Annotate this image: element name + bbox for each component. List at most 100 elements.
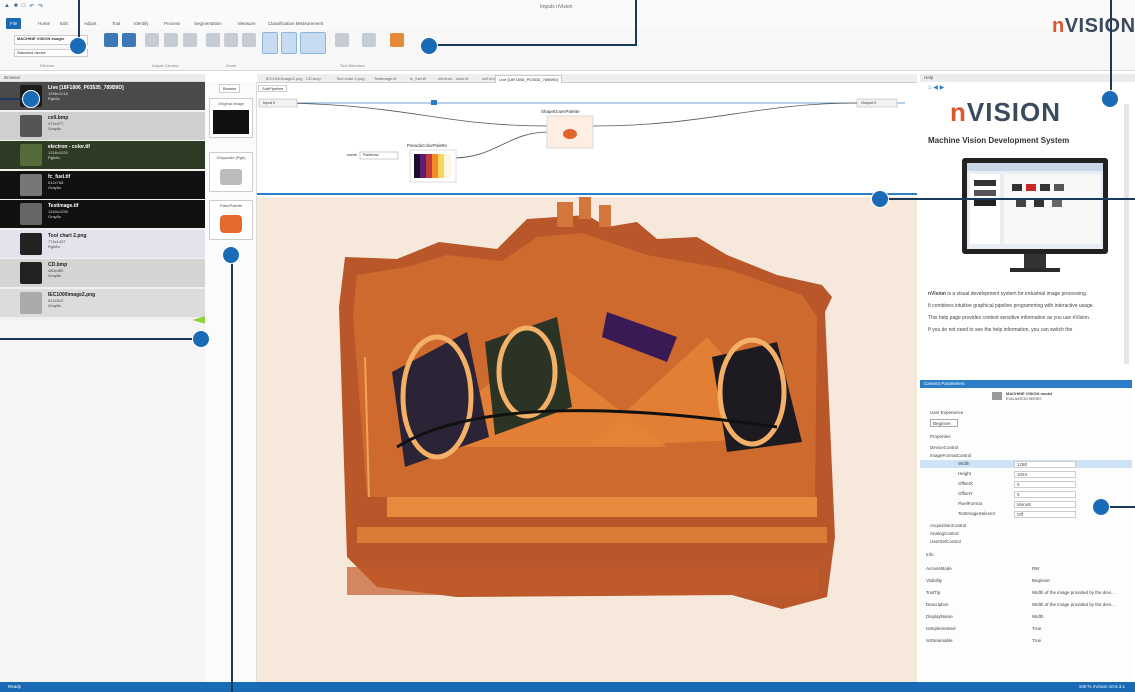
document-tab[interactable]: electron - color.tif	[435, 75, 471, 83]
property-value[interactable]: 1280	[1014, 460, 1076, 468]
menu-tab-7[interactable]: Segmentation	[190, 18, 226, 29]
property-row[interactable]: OffsetX 0	[920, 480, 1132, 488]
show-pipeline-tree-button[interactable]	[390, 33, 404, 47]
auto-exposure-button[interactable]	[145, 33, 159, 47]
open-icon[interactable]: □	[22, 3, 26, 10]
pipeline-subtab[interactable]: SubPipeline	[258, 85, 288, 92]
info-key: IsStreamable	[926, 638, 953, 643]
property-value[interactable]: 0	[1014, 480, 1076, 488]
callout-line	[635, 0, 637, 46]
menu-tab-1[interactable]: Home	[34, 18, 54, 29]
browser-list-item[interactable]: fc_fuel.tif 512x768 Gray8u	[0, 170, 205, 199]
info-key: ToolTip	[926, 590, 941, 595]
zoom-fit-button[interactable]	[242, 33, 256, 47]
param-value[interactable]: Rainbow	[363, 152, 379, 157]
ribbon-tabs: File Home Edit Adjust Tool Identify Process Seg…	[0, 18, 1135, 29]
pipeline-editor[interactable]: Input 0 Output 0 ShapeDownPalette Pseudo…	[257, 92, 917, 195]
property-value[interactable]: 0	[1014, 490, 1076, 498]
document-tab[interactable]: fc_fuel.tif	[407, 75, 429, 83]
snap-button[interactable]	[104, 33, 118, 47]
menu-tab-6[interactable]: Process	[160, 18, 184, 29]
node-shape-thumb	[563, 129, 577, 139]
property-row[interactable]: Height 1024	[920, 470, 1132, 478]
document-tab[interactable]: IEC1000image2.png	[263, 75, 305, 83]
callout-marker-ribbon-device	[69, 37, 87, 55]
show-toolbox-button[interactable]	[335, 33, 349, 47]
browser-header: Browser	[0, 74, 205, 82]
browser-list-item[interactable]: IEC1000image2.png 512x512 Gray8u	[0, 288, 205, 317]
menu-tab-8[interactable]: Measure	[234, 18, 260, 29]
zoom-out-button[interactable]	[224, 33, 238, 47]
document-tab[interactable]: Tool chart 2.png	[333, 75, 367, 83]
camera-settings-button[interactable]	[183, 33, 197, 47]
property-key: Width	[958, 461, 970, 466]
document-tab[interactable]: Live [18F1806_P03535_789B9D]	[495, 75, 563, 83]
forward-icon[interactable]: ▶	[940, 85, 945, 91]
tree-node[interactable]: AcquisitionControl	[930, 522, 966, 530]
falsepalette-thumb	[220, 215, 242, 233]
property-key: OffsetX	[958, 481, 973, 486]
image-view[interactable]	[257, 197, 917, 682]
menu-tab-9[interactable]: Classification Measurement	[264, 18, 327, 29]
white-balance-button[interactable]	[164, 33, 178, 47]
property-key: OffsetY	[958, 491, 973, 496]
live-button[interactable]	[122, 33, 136, 47]
camera-params-button[interactable]	[300, 32, 326, 54]
info-key: DisplayName	[926, 614, 953, 619]
property-row[interactable]: Width 1280	[920, 460, 1132, 468]
camera-params-pane[interactable]: MACHINE VISION model EVALUATION SERIES U…	[920, 388, 1132, 682]
document-tab[interactable]: CD.bmp	[303, 75, 324, 83]
pipeline-wire-out	[592, 102, 858, 127]
menu-tab-5[interactable]: Identify	[130, 18, 153, 29]
browser-list-item[interactable]: cell.bmp 472x477 Gray8u	[0, 111, 205, 140]
help-button[interactable]	[281, 32, 297, 54]
window-title: Impuls nVision	[540, 4, 573, 10]
redo-icon[interactable]: ↷	[38, 3, 43, 10]
browser-list-item[interactable]: Tool chart 2.png 776x1437 Rgb8u	[0, 229, 205, 258]
menu-tab-3[interactable]: Adjust	[80, 18, 101, 29]
tree-node-expanded[interactable]: ImageFormatControl	[930, 452, 971, 460]
tree-node[interactable]: UserSetControl	[930, 538, 961, 546]
back-icon[interactable]: ◀	[933, 85, 938, 91]
undo-icon[interactable]: ↶	[29, 3, 34, 10]
property-value[interactable]: Off	[1014, 510, 1076, 518]
user-experience-select[interactable]: Beginner	[930, 419, 958, 427]
browser-list-item[interactable]: Testimage.tif 1440x1296 Gray8u	[0, 200, 205, 228]
zoom-in-button[interactable]	[206, 33, 220, 47]
menu-tab-0[interactable]: File	[6, 18, 22, 29]
tree-node[interactable]: DeviceControl	[930, 444, 958, 452]
menu-tab-2[interactable]: Edit	[56, 18, 72, 29]
home-icon[interactable]: ⌂	[928, 85, 932, 91]
show-log-button[interactable]	[362, 33, 376, 47]
pipeline-button[interactable]	[262, 32, 278, 54]
callout-marker-browser-area	[192, 330, 210, 348]
properties-label: Properties	[930, 434, 951, 439]
status-text: Ready	[8, 684, 22, 689]
property-value[interactable]: Mono8	[1014, 500, 1076, 508]
help-logo-prefix: n	[950, 97, 967, 127]
help-scrollbar[interactable]	[1124, 104, 1129, 364]
callout-marker-camera-params	[1092, 498, 1110, 516]
palette-swatch-1	[414, 154, 420, 178]
document-tab[interactable]: Testimage.tif	[371, 75, 399, 83]
param-label: name	[347, 152, 358, 157]
palette-swatch-3	[426, 154, 432, 178]
tool-card-original[interactable]: Original image	[209, 98, 253, 138]
image-browser: Live [18F1806_P03535_789B9D] 1936x1216 Rgb…	[0, 82, 205, 320]
toolbox-tab[interactable]: Browse	[219, 84, 241, 93]
tree-node[interactable]: AnalogControl	[930, 530, 959, 538]
group-label-tool-windows: Tool Windows	[340, 63, 365, 68]
browser-list-item[interactable]: CD.bmp 480x480 Gray8u	[0, 259, 205, 287]
save-icon[interactable]: ■	[14, 3, 18, 10]
property-value[interactable]: 1024	[1014, 470, 1076, 478]
logo-prefix: n	[1052, 15, 1065, 37]
tool-card-grayscale[interactable]: Grayscale (Rgb)	[209, 152, 253, 192]
info-row: DisplayName Width	[926, 612, 1126, 622]
help-pane[interactable]: ⌂ ◀ ▶ nVISION Machine Vision Development…	[920, 82, 1132, 378]
browser-list-item[interactable]: electron - color.tif 1216x1020 Rgb8u	[0, 141, 205, 169]
info-value: RW	[1032, 566, 1040, 571]
menu-tab-4[interactable]: Tool	[108, 18, 124, 29]
file-format: Gray8u	[48, 214, 62, 219]
property-row[interactable]: OffsetY 0	[920, 490, 1132, 498]
tool-card-falsepalette[interactable]: FalsePalette	[209, 200, 253, 240]
